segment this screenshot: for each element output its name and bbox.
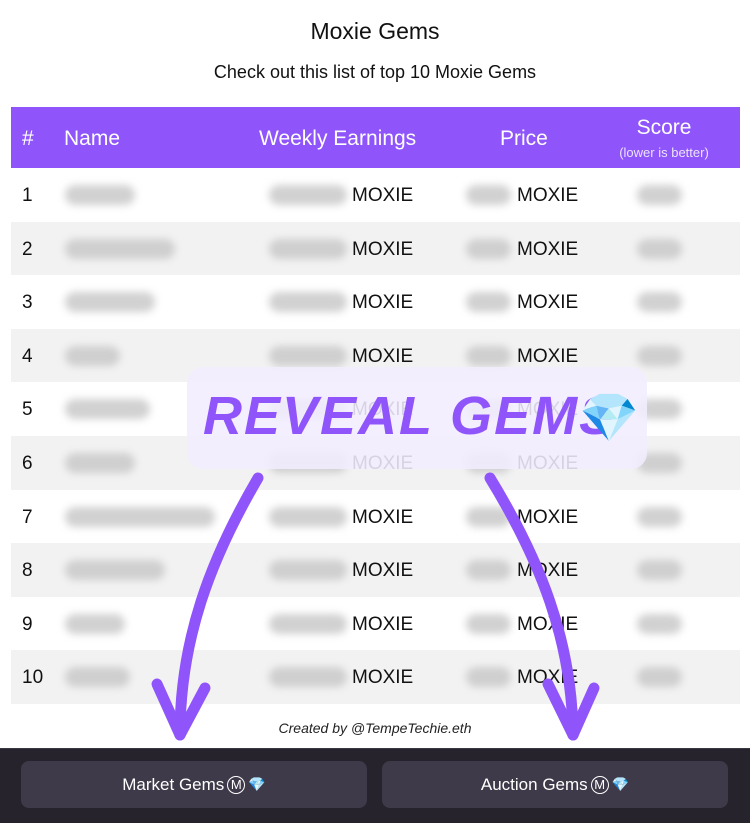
column-rank: # (22, 127, 34, 150)
redacted-price (466, 238, 511, 259)
row-rank: 2 (22, 238, 33, 260)
market-gems-button[interactable]: Market Gems M 💎 (21, 761, 367, 808)
redacted-earnings (269, 238, 347, 259)
table-row: 7 MOXIE MOXIE (11, 490, 740, 544)
row-rank: 5 (22, 399, 33, 421)
earnings-currency: MOXIE (352, 185, 414, 206)
redacted-name (65, 506, 215, 527)
price-currency: MOXIE (517, 667, 579, 689)
column-score: Score (636, 116, 692, 139)
auction-gems-label: Auction Gems (480, 774, 588, 794)
redacted-name (65, 292, 155, 313)
table-row: 1 MOXIE MOXIE (11, 168, 740, 222)
redacted-earnings (269, 667, 347, 688)
gem-icon: 💎 (611, 776, 630, 792)
redacted-score (637, 185, 682, 205)
gem-icon: 💎 (579, 392, 639, 445)
redacted-score (637, 560, 682, 581)
gem-icon: 💎 (248, 776, 266, 792)
earnings-currency: MOXIE (352, 560, 414, 582)
redacted-price (466, 560, 511, 581)
redacted-price (466, 292, 511, 313)
column-price: Price (500, 127, 548, 150)
price-currency: MOXIE (517, 292, 579, 314)
redacted-score (637, 506, 682, 527)
market-gems-label: Market Gems (122, 774, 225, 794)
auction-gems-button[interactable]: Auction Gems M 💎 (382, 761, 728, 808)
redacted-name (65, 399, 150, 420)
price-currency: MOXIE (517, 506, 579, 528)
credit-text: Created by @TempeTechie.eth (278, 720, 472, 736)
moxie-m-icon: M (227, 775, 246, 794)
price-currency: MOXIE (517, 238, 579, 260)
footer-bar: Market Gems M 💎 Auction Gems M 💎 (0, 748, 750, 823)
redacted-earnings (269, 185, 347, 205)
redacted-earnings (269, 292, 347, 313)
redacted-name (65, 345, 120, 366)
moxie-m-icon: M (590, 775, 609, 794)
row-rank: 6 (22, 452, 33, 474)
redacted-name (65, 613, 125, 634)
redacted-price (466, 613, 511, 634)
redacted-earnings (269, 506, 347, 527)
row-rank: 9 (22, 613, 33, 635)
table-row: 3 MOXIE MOXIE (11, 275, 740, 329)
price-currency: MOXIE (517, 345, 579, 367)
redacted-name (65, 238, 175, 259)
table-row: 8 MOXIE MOXIE (11, 543, 740, 597)
redacted-price (466, 506, 511, 527)
redacted-name (65, 667, 130, 688)
column-name: Name (64, 127, 121, 150)
table-row: 10 MOXIE MOXIE (11, 650, 740, 704)
row-rank: 4 (22, 345, 33, 367)
row-rank: 10 (22, 667, 44, 689)
redacted-earnings (269, 613, 347, 634)
redacted-name (65, 560, 165, 581)
redacted-score (637, 292, 682, 313)
redacted-earnings (269, 345, 347, 366)
earnings-currency: MOXIE (352, 506, 414, 528)
page-subtitle: Check out this list of top 10 Moxie Gems (213, 62, 537, 82)
earnings-currency: MOXIE (352, 238, 414, 260)
earnings-currency: MOXIE (352, 613, 414, 635)
table-row: 9 MOXIE MOXIE (11, 597, 740, 651)
price-currency: MOXIE (517, 613, 579, 635)
redacted-price (466, 667, 511, 688)
table-row: 2 MOXIE MOXIE (11, 221, 740, 276)
row-rank: 3 (22, 292, 33, 314)
redacted-score (637, 613, 682, 634)
price-currency: MOXIE (517, 185, 579, 206)
redacted-earnings (269, 560, 347, 581)
earnings-currency: MOXIE (352, 292, 414, 314)
reveal-gems-label: REVEAL GEMS (203, 386, 618, 446)
price-currency: MOXIE (517, 560, 579, 582)
table-header: # Name Weekly Earnings Price Score (lowe… (11, 107, 740, 168)
redacted-price (466, 345, 511, 366)
reveal-gems-button[interactable]: REVEAL GEMS 💎 (187, 367, 647, 469)
column-score-note: (lower is better) (619, 145, 709, 160)
redacted-score (637, 238, 682, 259)
row-rank: 7 (22, 506, 33, 528)
column-weekly-earnings: Weekly Earnings (259, 127, 417, 150)
redacted-price (466, 185, 511, 205)
row-rank: 8 (22, 560, 33, 582)
row-rank: 1 (22, 185, 33, 206)
redacted-score (637, 667, 682, 688)
earnings-currency: MOXIE (352, 667, 414, 689)
redacted-name (65, 185, 135, 205)
redacted-score (637, 345, 682, 366)
earnings-currency: MOXIE (352, 345, 414, 367)
page-title: Moxie Gems (310, 18, 440, 44)
redacted-name (65, 452, 135, 473)
